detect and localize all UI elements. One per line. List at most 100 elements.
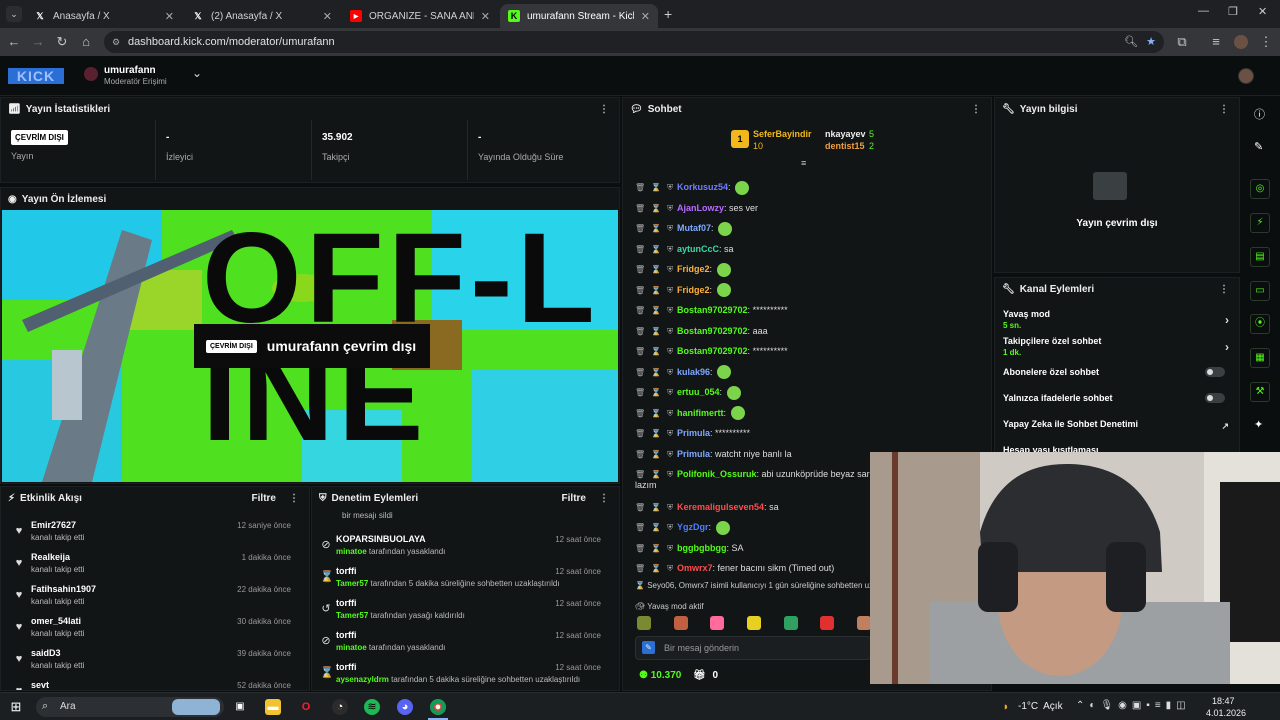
file-explorer-icon[interactable]: ▬ [265, 699, 281, 715]
apps-icon[interactable]: ✦ [1254, 418, 1263, 431]
moderated-user[interactable]: torffi [336, 630, 357, 640]
gift-counter[interactable]: 🎁︎ 0 [693, 670, 718, 681]
browser-menu-icon[interactable]: ⋮ [1258, 34, 1274, 50]
moderated-user[interactable]: torffi [336, 662, 357, 672]
moderated-user[interactable]: torffi [336, 566, 357, 576]
chat-username[interactable]: Bostan97029702 [677, 326, 748, 336]
restore-icon[interactable]: ❐ [1228, 5, 1238, 18]
layout-icon[interactable]: ▦ [1250, 348, 1270, 368]
mod-tools-icons[interactable]: 🗑︎⌛⛨ [635, 446, 677, 464]
more-options-icon[interactable]: ⋮ [1219, 104, 1229, 115]
chat-username[interactable]: Mutaf07 [677, 223, 711, 233]
site-info-icon[interactable]: ⚙ [112, 31, 120, 53]
emote-icon[interactable] [746, 616, 761, 630]
filter-button[interactable]: Filtre [252, 493, 276, 504]
activity-user[interactable]: Fatihsahin1907 [31, 584, 96, 594]
top-gifter-name[interactable]: nkayayev [825, 129, 866, 139]
emote-icon[interactable] [856, 616, 871, 630]
discord-icon[interactable]: ◕ [397, 699, 413, 715]
forward-icon[interactable]: → [30, 34, 46, 50]
more-options-icon[interactable]: ⋮ [599, 493, 609, 504]
lightning-icon[interactable]: ⚡︎ [1250, 213, 1270, 233]
moderator-name[interactable]: Tamer57 [336, 579, 368, 588]
chat-username[interactable]: Bostan97029702 [677, 346, 748, 356]
chat-username[interactable]: Primula [677, 449, 710, 459]
chat-username[interactable]: YgzDgr [677, 522, 709, 532]
mod-tools-icons[interactable]: 🗑︎⌛⛨ [635, 241, 677, 259]
tray-icons[interactable]: ⌃◐🎙︎◉▣▪≡▮◫ [1076, 700, 1191, 711]
activity-user[interactable]: Emir27627 [31, 520, 76, 530]
chat-collapse-icon[interactable]: ≡ [801, 158, 806, 168]
emote-icon[interactable] [820, 616, 835, 630]
mod-tools-icons[interactable]: 🗑︎⌛⛨ [635, 364, 677, 382]
notes-icon[interactable]: ▤ [1250, 247, 1270, 267]
close-tab-icon[interactable]: ✕ [481, 10, 490, 23]
moderator-name[interactable]: Tamer57 [336, 611, 368, 620]
action-ai-moderation[interactable]: Yapay Zeka ile Sohbet Denetimi ↗ [1003, 419, 1229, 431]
channel-points[interactable]: ⚉ 10.370 [639, 670, 681, 681]
chat-username[interactable]: bggbgbbgg [677, 543, 726, 553]
tab-search-button[interactable]: ⌄ [6, 6, 22, 22]
home-icon[interactable]: ⌂ [78, 34, 94, 50]
chat-username[interactable]: kulak96 [677, 367, 710, 377]
emote-icon[interactable] [783, 616, 798, 630]
chat-username[interactable]: Polifonik_Ossuruk [677, 469, 757, 479]
mod-tools-icons[interactable]: 🗑︎⌛⛨ [635, 179, 677, 197]
broadcast-icon[interactable]: ⦿ [1250, 314, 1270, 334]
chat-icon[interactable]: ▭ [1250, 281, 1270, 301]
channel-switch-chevron-icon[interactable]: ⌄ [192, 66, 202, 80]
browser-tab-2[interactable]: 𝕏 (2) Anasayfa / X ✕ [184, 4, 340, 28]
clock-time[interactable]: 18:47 [1212, 696, 1235, 706]
profile-avatar[interactable] [1234, 35, 1248, 49]
obs-icon[interactable]: ◔ [332, 699, 348, 715]
browser-tab-1[interactable]: 𝕏 Anasayfa / X ✕ [26, 4, 182, 28]
mod-tools-icons[interactable]: 🗑︎⌛⛨ [635, 425, 677, 443]
moderated-user[interactable]: KOPARSINBUOLAYA [336, 534, 426, 544]
chat-username[interactable]: aytunCcC [677, 244, 719, 254]
screenshot-icon[interactable]: ◎ [1250, 179, 1270, 199]
close-window-icon[interactable]: ✕ [1258, 5, 1267, 18]
moderated-user[interactable]: torffi [336, 598, 357, 608]
info-icon[interactable]: ⓘ [1254, 106, 1265, 122]
spotify-icon[interactable]: ≋ [364, 699, 380, 715]
more-options-icon[interactable]: ⋮ [971, 104, 981, 115]
top-gifter-name[interactable]: SeferBayindir [753, 129, 812, 139]
subscribers-only-toggle[interactable] [1205, 367, 1225, 377]
clock-date[interactable]: 4.01.2026 [1206, 708, 1246, 718]
chat-username[interactable]: AjanLowzy [677, 203, 724, 213]
tools-icon[interactable]: ⚒ [1250, 382, 1270, 402]
url-field[interactable]: ⚙ dashboard.kick.com/moderator/umurafann… [104, 31, 1164, 53]
reload-icon[interactable]: ↻ [54, 34, 70, 50]
mod-tools-icons[interactable]: 🗑︎⌛⛨ [635, 540, 677, 558]
close-tab-icon[interactable]: ✕ [165, 10, 174, 23]
moderator-name[interactable]: minatoe [336, 643, 367, 652]
chat-username[interactable]: ertuu_054 [677, 387, 720, 397]
mod-tools-icons[interactable]: 🗑︎⌛⛨ [635, 261, 677, 279]
weather-text[interactable]: -1°C Açık [1018, 701, 1063, 712]
windows-start-icon[interactable]: ⊞ [8, 699, 24, 715]
more-options-icon[interactable]: ⋮ [599, 104, 609, 115]
close-tab-icon[interactable]: ✕ [641, 10, 650, 23]
emote-picker-icon[interactable]: ✎ [642, 641, 655, 654]
chat-username[interactable]: Keremaligulseven54 [677, 502, 764, 512]
zoom-icon[interactable]: 🔍︎ [1124, 31, 1138, 53]
reading-list-icon[interactable]: ≡ [1208, 34, 1224, 50]
more-options-icon[interactable]: ⋮ [1219, 284, 1229, 295]
emote-icon[interactable] [673, 616, 688, 630]
mod-tools-icons[interactable]: 🗑︎⌛⛨ [635, 220, 677, 238]
new-tab-icon[interactable]: + [664, 6, 672, 22]
action-followers-only[interactable]: Takipçilere özel sohbet 1 dk. › [1003, 336, 1229, 357]
chat-username[interactable]: Fridge2 [677, 264, 710, 274]
bookmark-star-icon[interactable]: ★ [1146, 31, 1156, 53]
mod-tools-icons[interactable]: 🗑︎⌛⛨ [635, 560, 677, 578]
moderator-name[interactable]: aysenazyldrm [336, 675, 389, 684]
chat-username[interactable]: Korkusuz54 [677, 182, 728, 192]
emotes-only-toggle[interactable] [1205, 393, 1225, 403]
mod-tools-icons[interactable]: 🗑︎⌛⛨ [635, 200, 677, 218]
browser-tab-4[interactable]: K umurafann Stream - Kick Dashb ✕ [500, 4, 658, 28]
chat-username[interactable]: Primula [677, 428, 710, 438]
activity-user[interactable]: omer_54lati [31, 616, 81, 626]
mod-tools-icons[interactable]: 🗑︎⌛⛨ [635, 343, 677, 361]
mod-tools-icons[interactable]: 🗑︎⌛⛨ [635, 282, 677, 300]
user-avatar[interactable] [1238, 68, 1254, 84]
